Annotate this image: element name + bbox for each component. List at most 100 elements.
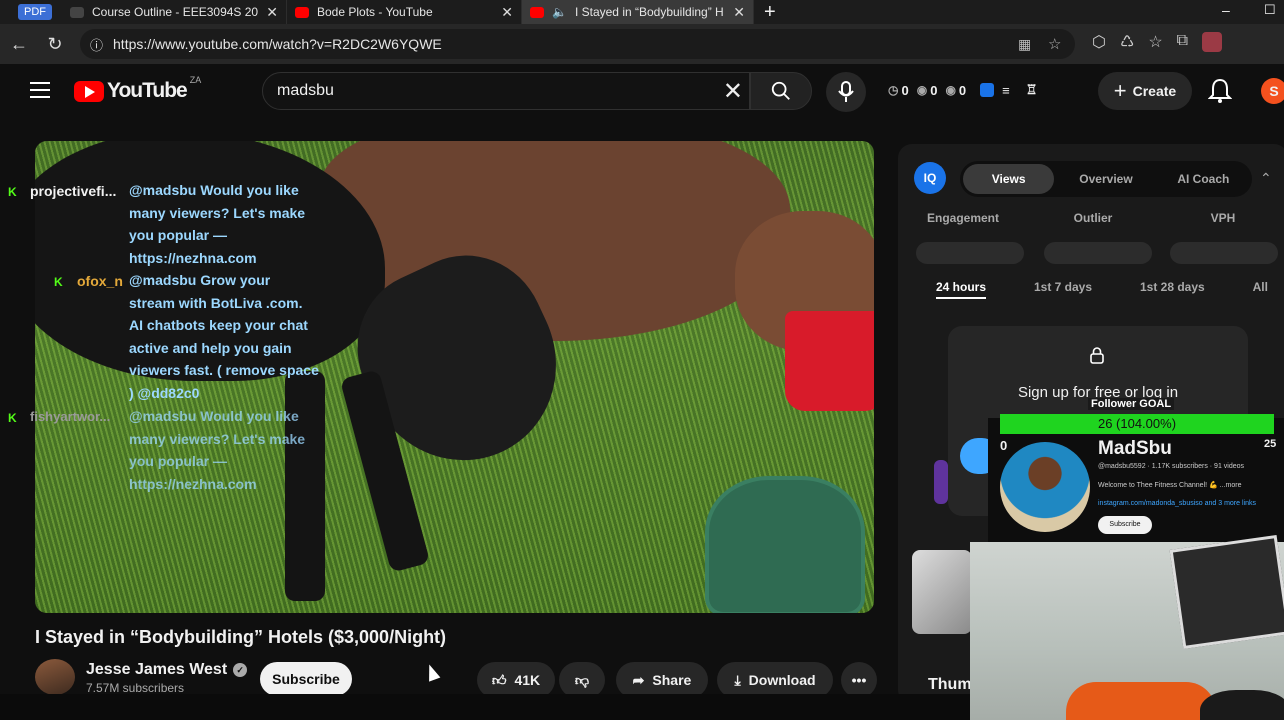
kick-icon: K [8,411,17,425]
reload-icon[interactable]: ↻ [40,29,70,59]
extensions-icon[interactable]: ⬡ [1092,32,1106,52]
goal-start: 0 [1000,438,1008,453]
minimize-icon[interactable]: – [1222,2,1230,18]
share-label: Share [652,672,692,688]
close-icon[interactable]: ✕ [501,4,513,21]
youtube-play-icon [74,80,104,102]
chevron-up-icon[interactable]: ⌃ [1260,170,1272,187]
app-grid-icon[interactable]: ▦ [1018,36,1031,53]
hamburger-menu-icon[interactable] [30,82,50,98]
account-avatar[interactable]: S [1261,78,1284,104]
maximize-icon[interactable]: ☐ [1264,2,1276,18]
share-button[interactable]: ➦ Share [616,662,708,698]
blurred-value [916,242,1024,264]
favorites-icon[interactable]: ☆ [1148,32,1162,52]
tab-bodybuilding-hotels[interactable]: 🔈 I Stayed in “Bodybuilding” H ✕ [522,0,754,24]
metric-labels: Engagement Outlier VPH [908,211,1278,225]
tab-overview[interactable]: Overview [1060,164,1151,194]
list-icon[interactable]: ≡ [1002,83,1010,98]
voice-search-button[interactable] [826,72,866,112]
goal-channel-name: MadSbu [1098,438,1172,459]
clock-icon: ◷ [888,83,899,97]
webcam-person [1200,690,1284,720]
metric-outlier: Outlier [1073,211,1113,225]
youtube-icon [530,6,544,18]
subscribe-button[interactable]: Subscribe [260,662,352,696]
chat-message: K fishyartwor... @madsbu Would you like … [4,408,324,499]
stat-value: 0 [901,82,909,98]
pdf-badge[interactable]: PDF [18,4,52,20]
notifications-bell-icon[interactable] [1208,78,1232,104]
performance-icon[interactable]: ♺ [1120,32,1134,52]
tab-bode-plots[interactable]: Bode Plots - YouTube ✕ [287,0,522,24]
like-button[interactable]: 👍︎ 41K [477,662,555,698]
video-frame-red-bucket [785,311,874,411]
goal-target: 25 [1264,438,1277,450]
video-frame-green-bucket [705,476,865,613]
download-label: Download [748,672,816,688]
download-button[interactable]: ⤓ Download [717,662,833,698]
range-all[interactable]: All [1253,280,1268,299]
tab-course-outline[interactable]: Course Outline - EEE3094S 2025 | ✕ [62,0,287,24]
logo-wordmark: YouTube [107,79,188,102]
kick-icon: K [8,185,17,199]
range-first-7-days[interactable]: 1st 7 days [1034,280,1092,299]
youtube-logo[interactable]: YouTube ZA [74,75,201,103]
more-icon: ••• [851,672,867,688]
new-tab-icon[interactable]: + [764,1,776,24]
channel-name-row[interactable]: Jesse James West ✓ [86,661,248,679]
iq-extension-icon[interactable] [980,83,995,97]
close-icon[interactable]: ✕ [266,4,278,21]
verified-icon: ✓ [233,663,248,677]
toolbar-icons: ⬡ ♺ ☆ ⧉ [1092,32,1223,52]
clear-search-icon[interactable]: ✕ [723,77,743,106]
blurred-accent [934,460,948,504]
create-button[interactable]: + Create [1098,72,1192,110]
iq-logo: IQ [914,162,946,194]
more-actions-button[interactable]: ••• [841,662,877,698]
site-info-icon[interactable]: ⓘ [90,35,103,54]
profile-avatar[interactable] [1202,32,1223,52]
related-heading: Thum [928,676,972,693]
back-icon[interactable]: ← [4,29,34,59]
youtube-icon [295,6,309,18]
search-button[interactable] [750,72,812,110]
channel-row: Jesse James West ✓ 7.57M subscribers Sub… [35,659,885,698]
tab-views[interactable]: Views [963,164,1055,194]
stream-chat-overlay: K projectivefi... @madsbu Would you like… [4,182,324,499]
chat-message: K ofox_n @madsbu Grow your stream with B… [4,272,324,409]
webcam-whiteboard [1169,534,1284,650]
thumbs-up-icon: 👍︎ [491,671,507,688]
like-count: 41K [514,672,541,688]
channel-name[interactable]: Jesse James West [86,661,227,679]
trophy-icon[interactable]: ♖ [1026,82,1038,98]
collections-icon[interactable]: ⧉ [1177,32,1188,52]
chat-message: K projectivefi... @madsbu Would you like… [4,182,324,273]
webcam-chair [1066,682,1216,720]
kick-icon: K [54,275,63,289]
browser-toolbar: ← ↻ ⓘ https://www.youtube.com/watch?v=R2… [0,24,1284,64]
tab-label: Bode Plots - YouTube [317,5,433,19]
metric-vph: VPH [1210,211,1236,225]
follower-goal-overlay: 26 (104.00%) Follower GOAL 0 25 MadSbu @… [988,398,1284,542]
channel-avatar[interactable] [35,659,75,695]
document-icon [70,6,84,18]
close-icon[interactable]: ✕ [733,4,745,21]
dislike-button[interactable]: 👎︎ [559,662,605,698]
speaker-icon[interactable]: 🔈 [552,5,567,19]
range-24-hours[interactable]: 24 hours [936,280,987,299]
favorite-star-icon[interactable]: ☆ [1048,35,1061,53]
range-first-28-days[interactable]: 1st 28 days [1140,280,1205,299]
channel-avatar [1000,442,1090,532]
plus-icon: + [1113,78,1127,103]
tab-ai-coach[interactable]: AI Coach [1158,164,1249,194]
video-title: I Stayed in “Bodybuilding” Hotels ($3,00… [35,627,447,647]
eye-icon: ◉ [945,83,956,97]
create-label: Create [1132,83,1177,99]
extension-stats: ◷ 0 ◉ 0 ◉ 0 ≡ ♖ [888,82,1037,98]
chat-username: projectivefi... [30,183,117,199]
address-bar[interactable]: ⓘ https://www.youtube.com/watch?v=R2DC2W… [80,29,1075,59]
metric-engagement: Engagement [926,211,999,225]
search-input[interactable]: madsbu ✕ [262,72,750,110]
related-video-thumbnail[interactable] [912,550,972,634]
